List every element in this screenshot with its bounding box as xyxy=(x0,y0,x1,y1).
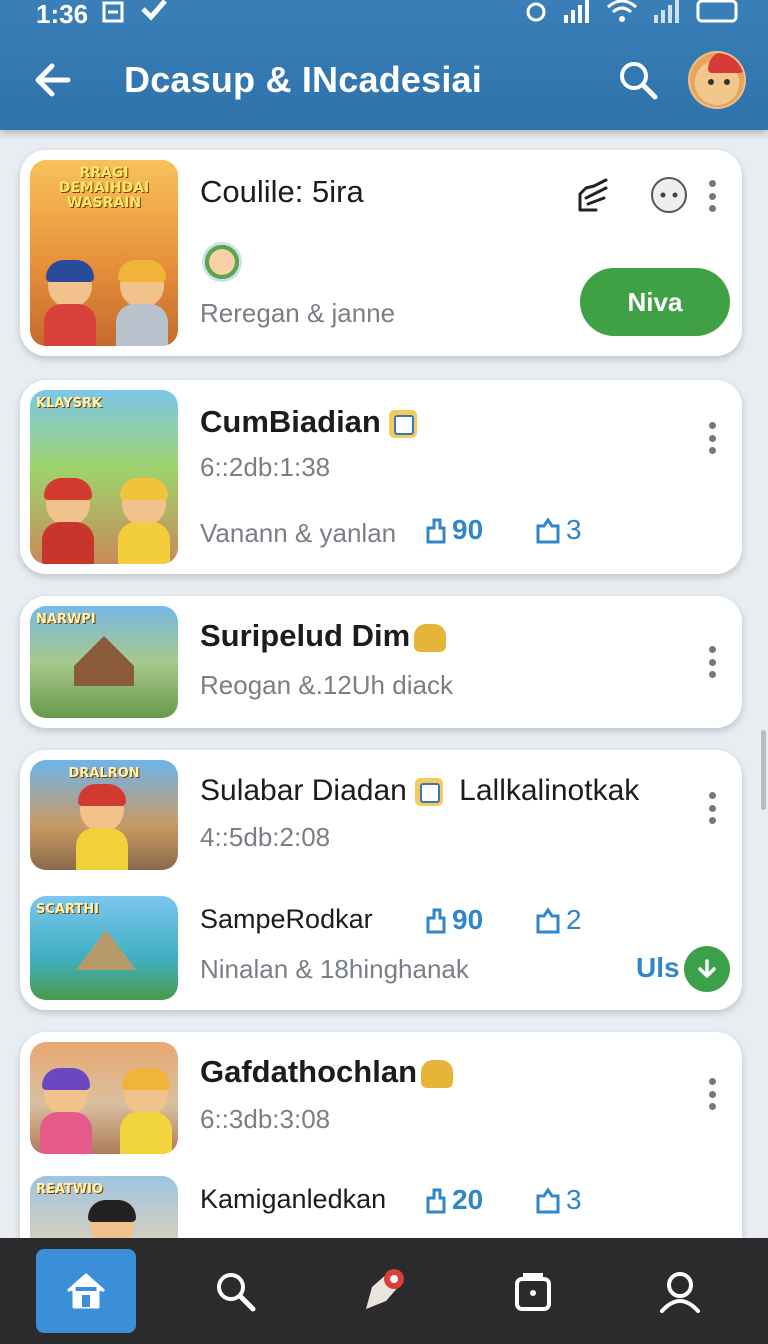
game-thumbnail xyxy=(30,1042,178,1154)
like-count[interactable]: 20 xyxy=(424,1184,483,1216)
card-time: 4::5db:2:08 xyxy=(200,822,331,852)
game-thumbnail: RRAGI DEMAIHDAI WASRAIN xyxy=(30,160,178,346)
app-bar: 1:36 Dcasup & INcadesiai xyxy=(0,0,768,130)
card-subtitle: Reregan & janne xyxy=(200,298,396,328)
crown-icon xyxy=(414,623,447,652)
share-icon xyxy=(536,517,560,544)
card-title: Gafdathochlan xyxy=(200,1054,454,1090)
list-item[interactable]: RRAGI DEMAIHDAI WASRAIN Coulile: 5ira Re… xyxy=(20,150,742,356)
hand-pointer-icon[interactable] xyxy=(572,174,614,221)
verified-icon xyxy=(388,409,417,438)
nav-explore[interactable] xyxy=(334,1249,434,1333)
check-shield-icon xyxy=(140,0,168,30)
battery-icon xyxy=(696,0,740,30)
toolbar: Dcasup & INcadesiai xyxy=(0,40,768,120)
play-button[interactable]: Niva xyxy=(580,268,730,336)
rocket-icon xyxy=(365,1269,404,1309)
list-item[interactable]: NARWPI Suripelud Dim Reogan &.12Uh diack xyxy=(20,596,742,728)
share-count[interactable]: 3 xyxy=(534,1184,582,1216)
signal-2-icon xyxy=(652,0,682,30)
search-icon xyxy=(620,62,658,100)
card-time: 6::2db:1:38 xyxy=(200,452,331,482)
like-count[interactable]: 90 xyxy=(424,514,483,546)
card-time: 6::3db:3:08 xyxy=(200,1104,331,1134)
share-icon xyxy=(536,1187,560,1214)
signal-icon xyxy=(562,0,592,30)
kebab-menu-button[interactable] xyxy=(702,640,722,684)
list-item[interactable]: DRALRON SCARTHI Sulabar Diadan Lallkalin… xyxy=(20,750,742,1010)
game-thumbnail: DRALRON xyxy=(30,760,178,870)
game-mini-icon xyxy=(202,242,242,282)
more-circle-icon[interactable] xyxy=(650,176,688,219)
card-subtitle-title: SampeRodkar xyxy=(200,904,373,934)
thumb-up-icon xyxy=(426,1188,446,1214)
download-button[interactable] xyxy=(684,946,730,992)
person-icon xyxy=(659,1272,700,1313)
kebab-menu-button[interactable] xyxy=(702,416,722,460)
thumb-up-icon xyxy=(426,518,446,544)
kebab-menu-button[interactable] xyxy=(702,1072,722,1116)
bag-icon xyxy=(514,1273,551,1311)
verified-icon xyxy=(414,778,443,807)
list-item[interactable]: KLAYSRK CumBiadian 6::2db:1:38 Vanann & … xyxy=(20,380,742,574)
status-time: 1:36 xyxy=(36,0,89,29)
game-thumbnail: NARWPI xyxy=(30,606,178,718)
card-subtitle: Vanann & yanlan xyxy=(200,518,397,548)
nav-search[interactable] xyxy=(185,1249,285,1333)
list-item[interactable]: REATWIO Gafdathochlan 6::3db:3:08 Kamiga… xyxy=(20,1032,742,1238)
share-icon xyxy=(536,907,560,934)
kebab-menu-button[interactable] xyxy=(702,174,722,218)
sim-icon xyxy=(102,0,126,30)
search-button[interactable] xyxy=(606,48,670,112)
thumb-up-icon xyxy=(426,908,446,934)
download-label[interactable]: Uls xyxy=(636,952,680,984)
like-count[interactable]: 90 xyxy=(424,904,483,936)
card-title: CumBiadian xyxy=(200,404,417,440)
nav-home[interactable] xyxy=(36,1249,137,1333)
card-subtitle: Ninalan & 18hinghanak xyxy=(200,954,469,984)
back-button[interactable] xyxy=(20,48,84,112)
game-thumbnail: REATWIO xyxy=(30,1176,178,1238)
card-subtitle-title: Kamiganledkan xyxy=(200,1184,387,1214)
search-icon xyxy=(217,1273,256,1312)
share-count[interactable]: 2 xyxy=(534,904,582,936)
bottom-nav xyxy=(0,1238,768,1344)
share-count[interactable]: 3 xyxy=(534,514,582,546)
game-thumbnail: KLAYSRK xyxy=(30,390,178,564)
download-arrow-icon xyxy=(698,959,716,978)
card-title: Coulile: 5ira xyxy=(200,174,364,209)
home-icon xyxy=(67,1273,106,1309)
card-title: Sulabar Diadan Lallkalinotkak xyxy=(200,774,640,807)
game-thumbnail: SCARTHI xyxy=(30,896,178,1000)
page-title: Dcasup & INcadesiai xyxy=(124,59,482,100)
nav-bag[interactable] xyxy=(483,1249,583,1333)
game-list: RRAGI DEMAIHDAI WASRAIN Coulile: 5ira Re… xyxy=(0,130,768,1238)
alarm-icon xyxy=(524,0,548,30)
kebab-menu-button[interactable] xyxy=(702,786,722,830)
back-arrow-icon xyxy=(35,63,71,97)
status-bar: 1:36 xyxy=(0,0,768,30)
scrollbar[interactable] xyxy=(761,730,766,810)
wifi-icon xyxy=(606,0,638,30)
crown-icon xyxy=(421,1059,454,1088)
card-title: Suripelud Dim xyxy=(200,618,447,654)
card-subtitle: Reogan &.12Uh diack xyxy=(200,670,453,700)
nav-profile[interactable] xyxy=(632,1249,732,1333)
avatar[interactable] xyxy=(688,51,746,109)
